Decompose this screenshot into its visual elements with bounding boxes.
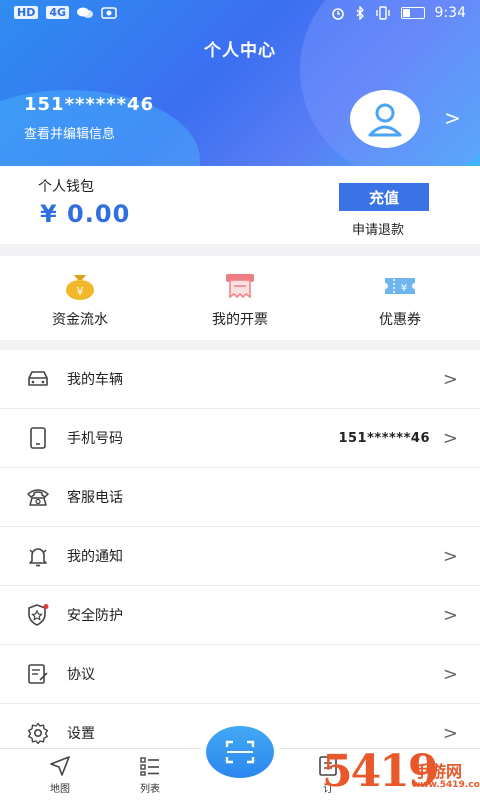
scan-button-inner (206, 726, 274, 778)
telephone-icon (27, 489, 49, 506)
user-icon (368, 103, 402, 137)
chevron-right-icon: > (442, 604, 458, 626)
user-phone: 151******46 (24, 94, 155, 115)
battery-icon (400, 7, 425, 19)
chevron-right-icon: > (442, 427, 458, 449)
status-right: 9:34 (331, 5, 466, 21)
watermark-url: www.5419.com.cn (412, 780, 480, 790)
quick-action-invoice[interactable]: 我的开票 (160, 256, 320, 340)
scan-button[interactable] (201, 722, 279, 782)
menu-item-phone[interactable]: 手机号码 151******46 > (0, 409, 480, 468)
menu-icon-slot (26, 662, 50, 686)
menu-item-label: 手机号码 (67, 431, 123, 447)
watermark-logo: 5419 手游网 www.5419.com.cn (322, 746, 480, 800)
eye-icon (101, 6, 117, 19)
chevron-right-icon: > (442, 722, 458, 744)
chevron-right-icon: > (442, 663, 458, 685)
profile-chevron-icon[interactable]: > (444, 106, 461, 130)
navigation-icon (50, 756, 70, 776)
quick-action-fund-flow[interactable]: ¥ 资金流水 (0, 256, 160, 340)
menu-item-agreement[interactable]: 协议 > (0, 645, 480, 704)
chevron-right-icon: > (442, 368, 458, 390)
svg-text:¥: ¥ (77, 285, 84, 298)
car-icon (28, 371, 48, 386)
menu-item-customer-service[interactable]: 客服电话 (0, 468, 480, 527)
scan-icon (225, 740, 255, 764)
svg-text:¥: ¥ (401, 283, 407, 294)
wallet-amount: ¥ 0.00 (40, 200, 131, 228)
quick-action-coupon[interactable]: ¥ 优惠券 (320, 256, 480, 340)
quick-action-label: 资金流水 (52, 312, 108, 328)
vibrate-icon (375, 6, 390, 20)
menu-icon-slot (26, 544, 50, 568)
tab-map[interactable]: 地图 (30, 755, 90, 795)
menu-item-notifications[interactable]: 我的通知 > (0, 527, 480, 586)
avatar[interactable] (350, 90, 420, 148)
recharge-button[interactable]: 充值 (339, 183, 429, 211)
status-bar: HD 4G 9:34 (0, 0, 480, 28)
tab-list[interactable]: 列表 (120, 755, 180, 795)
invoice-icon (226, 274, 254, 299)
menu-item-label: 安全防护 (67, 608, 123, 624)
menu-item-vehicles[interactable]: 我的车辆 > (0, 350, 480, 409)
alarm-icon (331, 8, 344, 20)
menu-item-label: 协议 (67, 667, 95, 683)
menu-item-label: 客服电话 (67, 490, 123, 506)
menu-item-security[interactable]: 安全防护 > (0, 586, 480, 645)
menu-item-label: 我的车辆 (67, 372, 123, 388)
tab-label: 列表 (140, 784, 160, 795)
gear-icon (28, 722, 48, 744)
signal-badge: 4G (46, 6, 70, 19)
menu-icon-slot (26, 426, 50, 450)
network-badge: HD (14, 6, 39, 19)
coupon-icon: ¥ (385, 278, 415, 294)
menu-icon-slot (26, 603, 50, 627)
quick-action-label: 我的开票 (212, 312, 268, 328)
chat-icon (77, 7, 94, 18)
chevron-right-icon: > (442, 545, 458, 567)
wallet-label: 个人钱包 (38, 179, 94, 195)
quick-actions: ¥ 资金流水 我的开票 ¥ 优惠券 (0, 256, 480, 340)
bell-icon (29, 548, 47, 567)
menu-icon-slot (26, 721, 50, 745)
menu-icon-slot (26, 367, 50, 391)
status-left: HD 4G (14, 6, 117, 19)
status-time: 9:34 (434, 5, 466, 21)
menu-item-value: 151******46 (338, 430, 430, 446)
refund-link[interactable]: 申请退款 (352, 219, 404, 238)
quick-action-label: 优惠券 (379, 312, 421, 328)
edit-profile-link[interactable]: 查看并编辑信息 (24, 123, 115, 142)
menu-icon-slot (26, 485, 50, 509)
list-icon (140, 757, 159, 776)
page-title: 个人中心 (204, 41, 276, 61)
phone-icon (30, 427, 46, 449)
shield-icon (28, 604, 49, 626)
menu-item-label: 我的通知 (67, 549, 123, 565)
money-bag-icon: ¥ (66, 275, 94, 300)
watermark-text: 手游网 (414, 762, 463, 781)
tab-label: 地图 (50, 784, 70, 795)
bluetooth-icon (356, 6, 364, 20)
menu-item-label: 设置 (67, 726, 95, 742)
document-icon (28, 664, 48, 684)
settings-menu: 我的车辆 > 手机号码 151******46 > 客服电话 我的通知 > 安全… (0, 350, 480, 763)
